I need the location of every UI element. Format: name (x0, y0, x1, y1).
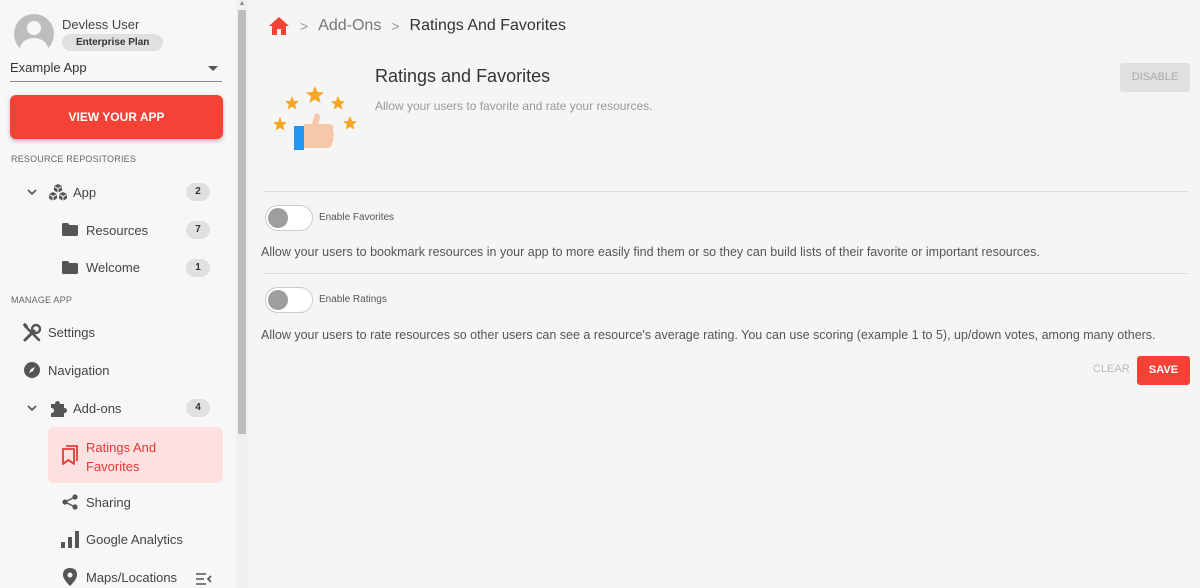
plan-badge: Enterprise Plan (62, 34, 164, 51)
section-label-resources: RESOURCE REPOSITORIES (11, 154, 137, 164)
sidebar-item-app[interactable]: App 2 (0, 176, 236, 208)
favorites-toggle-label: Enable Favorites (319, 212, 395, 223)
addon-description: Allow your users to favorite and rate yo… (375, 99, 653, 113)
sidebar-item-google-analytics[interactable]: Google Analytics (0, 523, 236, 555)
divider (263, 273, 1188, 274)
sidebar-item-label: App (73, 184, 97, 200)
count-badge: 2 (186, 183, 210, 201)
sidebar-item-ratings-favorites[interactable]: Ratings And Favorites (48, 427, 223, 483)
sidebar-item-settings[interactable]: Settings (0, 316, 236, 348)
sidebar-item-sharing[interactable]: Sharing (0, 486, 236, 518)
sidebar-item-label: Navigation (48, 362, 110, 378)
ratings-toggle[interactable] (265, 287, 313, 313)
tools-icon (22, 323, 42, 342)
user-profile[interactable]: Devless User Enterprise Plan (14, 14, 164, 54)
home-icon[interactable] (268, 16, 290, 36)
sidebar-item-navigation[interactable]: Navigation (0, 354, 236, 386)
scroll-thumb[interactable] (238, 10, 246, 434)
location-pin-icon (63, 568, 77, 586)
count-badge: 4 (186, 399, 210, 417)
disable-button[interactable]: DISABLE (1120, 63, 1190, 92)
collapse-menu-icon[interactable] (196, 573, 212, 585)
sidebar-item-label: Sharing (86, 494, 131, 510)
divider (263, 191, 1188, 192)
favorites-toggle[interactable] (265, 205, 313, 231)
sidebar-item-label: Resources (86, 222, 149, 238)
sidebar-item-resources[interactable]: Resources 7 (0, 214, 236, 246)
sidebar-item-label: Maps/Locations (86, 569, 178, 585)
folder-icon (62, 261, 78, 274)
save-button[interactable]: SAVE (1137, 356, 1190, 385)
view-app-button[interactable]: VIEW YOUR APP (10, 95, 223, 139)
sidebar: Devless User Enterprise Plan Example App… (0, 0, 236, 588)
favorites-description: Allow your users to bookmark resources i… (261, 245, 1040, 259)
sidebar-item-addons[interactable]: Add-ons 4 (0, 392, 236, 424)
count-badge: 1 (186, 259, 210, 277)
section-label-manage: MANAGE APP (11, 295, 73, 305)
chevron-down-icon[interactable] (27, 187, 37, 197)
breadcrumb-current: Ratings And Favorites (409, 17, 567, 34)
avatar[interactable] (14, 14, 54, 54)
breadcrumb: > Add-Ons > Ratings And Favorites (268, 16, 566, 36)
compass-icon (24, 362, 40, 378)
ratings-illustration-icon (273, 86, 357, 150)
folder-icon (62, 223, 78, 236)
breadcrumb-addons[interactable]: Add-Ons (318, 17, 381, 35)
count-badge: 7 (186, 221, 210, 239)
chevron-right-icon: > (391, 18, 400, 34)
app-select-value: Example App (10, 60, 87, 75)
addon-title: Ratings and Favorites (375, 66, 551, 86)
sidebar-item-label-line1: Ratings And (86, 440, 157, 455)
share-icon (62, 494, 78, 510)
main-content: > Add-Ons > Ratings And Favorites Rating… (248, 0, 1200, 588)
bar-chart-icon (61, 531, 79, 548)
sidebar-scrollbar[interactable]: ▲ (236, 0, 248, 588)
sidebar-item-label: Welcome (86, 259, 140, 275)
cubes-icon (49, 184, 67, 201)
sidebar-item-label: Settings (48, 324, 95, 340)
scroll-up-icon[interactable]: ▲ (238, 0, 246, 8)
user-name: Devless User (62, 17, 140, 32)
chevron-down-icon[interactable] (27, 403, 37, 413)
puzzle-icon (51, 401, 67, 417)
sidebar-item-label: Google Analytics (86, 531, 183, 547)
clear-button[interactable]: CLEAR (1093, 363, 1130, 375)
sidebar-item-label-line2: Favorites (86, 459, 140, 474)
bookmarks-icon (62, 445, 78, 465)
dropdown-caret-icon (208, 66, 218, 71)
ratings-toggle-label: Enable Ratings (319, 294, 387, 305)
ratings-description: Allow your users to rate resources so ot… (261, 328, 1156, 342)
sidebar-item-label: Add-ons (73, 400, 122, 416)
app-select[interactable]: Example App (10, 60, 222, 82)
sidebar-item-welcome[interactable]: Welcome 1 (0, 251, 236, 283)
sidebar-item-maps[interactable]: Maps/Locations (0, 561, 236, 588)
chevron-right-icon: > (300, 18, 309, 34)
